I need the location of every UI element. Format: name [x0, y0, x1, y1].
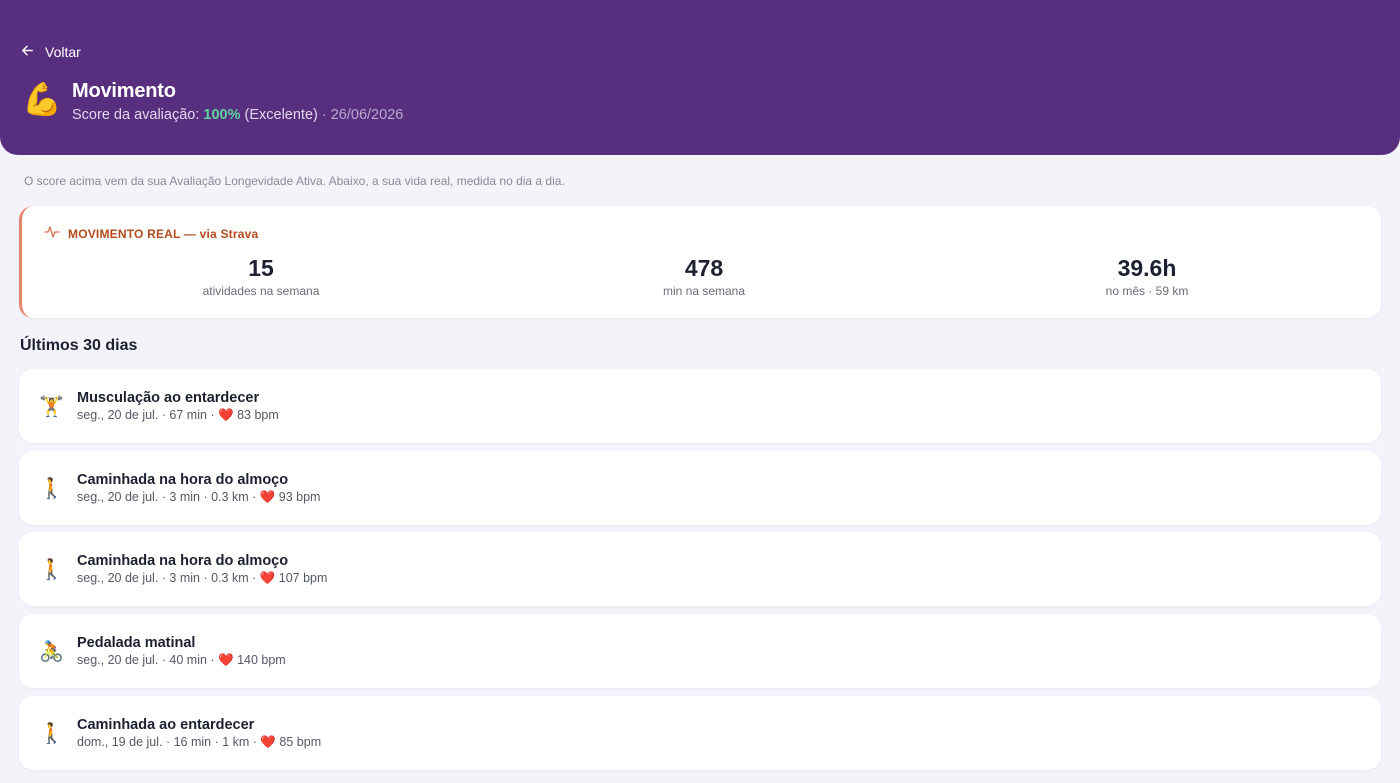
back-label: Voltar	[45, 44, 81, 60]
stat-monthly-hours: 39.6h no mês · 59 km	[997, 256, 1297, 298]
walking-icon: 🚶	[39, 558, 64, 581]
page-heading: 💪 Movimento Score da avaliação: 100% (Ex…	[22, 80, 403, 124]
score-value: 100%	[203, 107, 241, 123]
arrow-left-icon	[20, 43, 35, 61]
page-header: Voltar 💪 Movimento Score da avaliação: 1…	[0, 0, 1400, 155]
activity-meta: seg., 20 de jul. · 3 min · 0.3 km · ❤️ 9…	[77, 489, 321, 504]
strava-summary-card: MOVIMENTO REAL — via Strava 15 atividade…	[19, 206, 1381, 318]
stat-value: 15	[248, 255, 274, 281]
activity-item[interactable]: 🚴 Pedalada matinal seg., 20 de jul. · 40…	[19, 614, 1381, 688]
activity-item[interactable]: 🏋️ Musculação ao entardecer seg., 20 de …	[19, 369, 1381, 443]
score-prefix: Score da avaliação:	[72, 107, 200, 123]
walking-icon: 🚶	[39, 722, 64, 745]
activity-name: Caminhada ao entardecer	[77, 716, 255, 733]
score-rating: (Excelente)	[244, 107, 318, 123]
score-note: O score acima vem da sua Avaliação Longe…	[24, 174, 565, 188]
cycling-icon: 🚴	[39, 640, 64, 663]
section-title: Últimos 30 dias	[20, 337, 138, 354]
activity-item[interactable]: 🚶 Caminhada na hora do almoço seg., 20 d…	[19, 451, 1381, 525]
activity-item[interactable]: 🚶 Caminhada ao entardecer dom., 19 de ju…	[19, 696, 1381, 770]
activity-meta: dom., 19 de jul. · 16 min · 1 km · ❤️ 85…	[77, 734, 322, 749]
activity-meta: seg., 20 de jul. · 40 min · ❤️ 140 bpm	[77, 652, 286, 667]
activity-name: Caminhada na hora do almoço	[77, 471, 289, 488]
stat-label: no mês · 59 km	[1105, 284, 1189, 298]
score-date: · 26/06/2026	[321, 107, 404, 123]
activity-name: Caminhada na hora do almoço	[77, 552, 289, 569]
activity-name: Musculação ao entardecer	[77, 389, 260, 406]
weightlifting-icon: 🏋️	[39, 395, 64, 418]
stat-label: atividades na semana	[202, 284, 320, 298]
stat-value: 39.6h	[1117, 255, 1177, 281]
stat-value: 478	[684, 255, 724, 281]
score-summary: Score da avaliação: 100% (Excelente) · 2…	[72, 106, 403, 124]
activity-pulse-icon	[44, 225, 60, 242]
strava-label-text: MOVIMENTO REAL — via Strava	[68, 226, 259, 241]
stat-weekly-activities: 15 atividades na semana	[111, 256, 411, 298]
strava-label: MOVIMENTO REAL — via Strava	[44, 225, 258, 242]
stat-label: min na semana	[662, 284, 746, 298]
activity-meta: seg., 20 de jul. · 67 min · ❤️ 83 bpm	[77, 407, 279, 422]
activity-meta: seg., 20 de jul. · 3 min · 0.3 km · ❤️ 1…	[77, 570, 328, 585]
walking-icon: 🚶	[39, 477, 64, 500]
activity-name: Pedalada matinal	[77, 634, 196, 651]
back-button[interactable]: Voltar	[20, 42, 81, 62]
flexed-biceps-icon: 💪	[22, 81, 62, 117]
page-title: Movimento	[72, 80, 176, 102]
stat-weekly-minutes: 478 min na semana	[554, 256, 854, 298]
activity-item[interactable]: 🚶 Caminhada na hora do almoço seg., 20 d…	[19, 532, 1381, 606]
